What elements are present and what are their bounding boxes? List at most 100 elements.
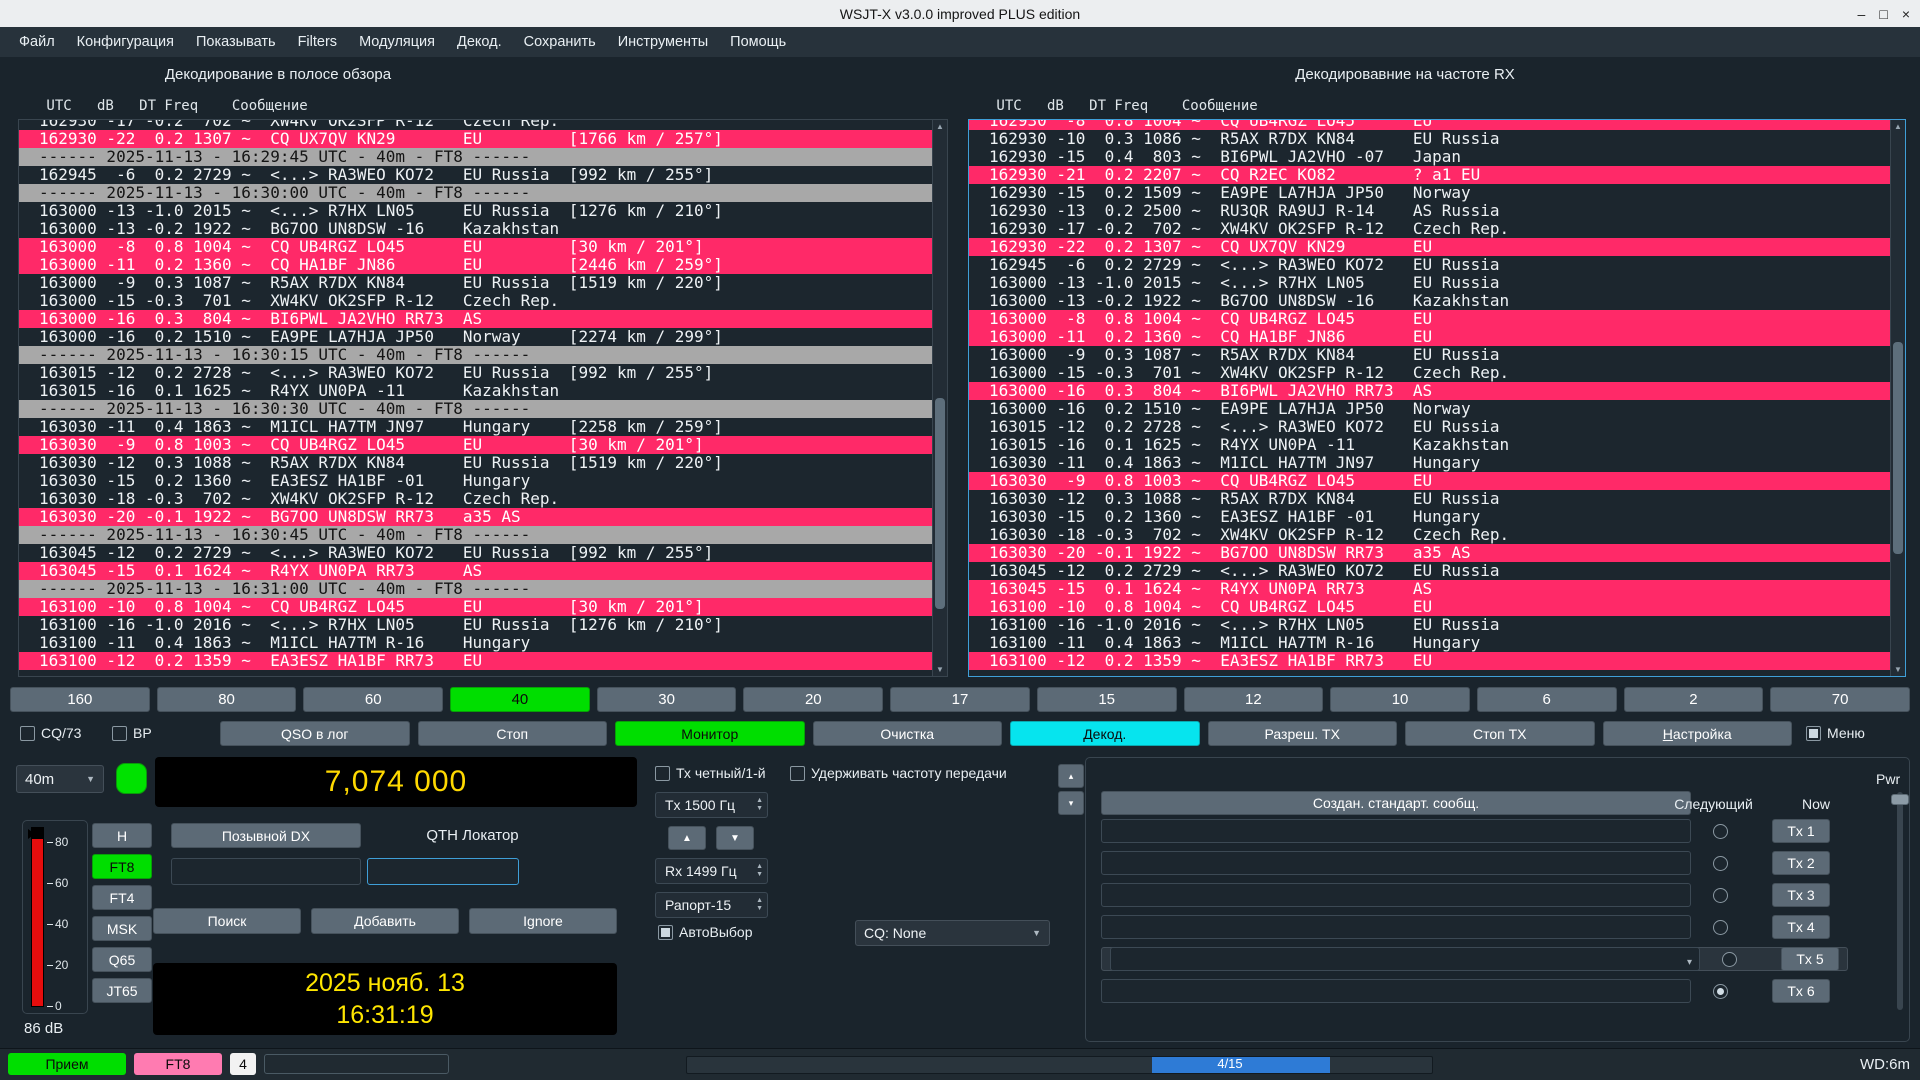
mode-button[interactable]: FT8 [92,854,152,879]
mode-button[interactable]: FT4 [92,885,152,910]
tx-message-field[interactable] [1101,851,1691,875]
decode-row[interactable]: 163000 -16 0.3 804 ~ BI6PWL JA2VHO RR73 … [19,310,947,328]
cq73-checkbox[interactable]: CQ/73 [20,725,81,741]
hold-freq-checkbox[interactable]: Удерживать частоту передачи [790,765,1007,781]
scrollbar[interactable]: ▲ ▼ [1890,120,1905,676]
tx-message-combobox[interactable] [1110,947,1700,971]
spinner-arrows-icon[interactable]: ▲▼ [752,863,767,879]
menu-item[interactable]: Модуляция [348,27,446,57]
tx-message-field[interactable] [1101,883,1691,907]
menu-item[interactable]: Сохранить [513,27,607,57]
next-tx-radio[interactable] [1713,824,1728,839]
dx-call-input[interactable] [171,858,361,885]
tx-message-field[interactable] [1101,979,1691,1003]
decode-row[interactable]: 162930 -22 0.2 1307 ~ CQ UX7QV KN29 EU [969,238,1905,256]
control-button[interactable]: QSO в лог [220,721,410,746]
decode-row[interactable]: 163100 -16 -1.0 2016 ~ <...> R7HX LN05 E… [19,616,947,634]
decode-row[interactable]: 162930 -15 0.2 1509 ~ EA9PE LA7HJA JP50 … [969,184,1905,202]
cq73-checkbox-box[interactable] [20,726,35,741]
scroll-down-icon[interactable]: ▼ [933,665,947,674]
decode-row[interactable]: 163000 -9 0.3 1087 ~ R5AX R7DX KN84 EU R… [19,274,947,292]
rx-frequency-area[interactable]: 162930 -8 0.8 1004 ~ CQ UB4RGZ LO45 EU16… [968,119,1906,677]
autoselect-checkbox-box[interactable] [658,925,673,940]
band-button[interactable]: 30 [597,687,737,712]
decode-row[interactable]: 163100 -12 0.2 1359 ~ EA3ESZ HA1BF RR73 … [969,652,1905,670]
scrollbar-thumb[interactable] [1893,342,1903,553]
tx-message-field[interactable] [1101,915,1691,939]
rx-freq-spinner[interactable]: Rx 1499 Гц ▲▼ [655,858,768,884]
menu-item[interactable]: Filters [287,27,348,57]
scrollbar[interactable]: ▲ ▼ [932,120,947,676]
decode-row[interactable]: 163030 -9 0.8 1003 ~ CQ UB4RGZ LO45 EU [969,472,1905,490]
decode-row[interactable]: 163000 -13 -0.2 1922 ~ BG7OO UN8DSW -16 … [19,220,947,238]
scroll-up-icon[interactable]: ▲ [933,122,947,131]
ignore-button[interactable]: Ignore [469,908,617,934]
decode-row[interactable]: 163000 -11 0.2 1360 ~ CQ HA1BF JN86 EU [969,328,1905,346]
decode-row[interactable]: ------ 2025-11-13 - 16:30:15 UTC - 40m -… [19,346,947,364]
decode-row[interactable]: 163015 -16 0.1 1625 ~ R4YX UN0PA -11 Kaz… [969,436,1905,454]
decode-row[interactable]: ------ 2025-11-13 - 16:29:45 UTC - 40m -… [19,148,947,166]
decode-row[interactable]: 163000 -11 0.2 1360 ~ CQ HA1BF JN86 EU [… [19,256,947,274]
band-button[interactable]: 17 [890,687,1030,712]
decode-row[interactable]: 162930 -10 0.3 1086 ~ R5AX R7DX KN84 EU … [969,130,1905,148]
maximize-icon[interactable]: □ [1879,6,1887,22]
decode-row[interactable]: 163000 -8 0.8 1004 ~ CQ UB4RGZ LO45 EU [… [19,238,947,256]
band-button[interactable]: 6 [1477,687,1617,712]
autoselect-checkbox[interactable]: АвтоВыбор [658,924,753,940]
dx-grid-input[interactable] [367,858,519,885]
decode-row[interactable]: 163100 -12 0.2 1359 ~ EA3ESZ HA1BF RR73 … [19,652,947,670]
decode-row[interactable]: 163000 -16 0.2 1510 ~ EA9PE LA7HJA JP50 … [19,328,947,346]
close-icon[interactable]: × [1902,6,1910,22]
lookup-button[interactable]: Поиск [153,908,301,934]
decode-row[interactable]: 163030 -9 0.8 1003 ~ CQ UB4RGZ LO45 EU [… [19,436,947,454]
tx-freq-spinner[interactable]: Tx 1500 Гц ▲▼ [655,792,768,818]
decode-row[interactable]: 163100 -11 0.4 1863 ~ M1ICL HA7TM R-16 H… [19,634,947,652]
minimize-icon[interactable]: – [1858,6,1866,22]
tx-message-field[interactable] [1101,819,1691,843]
menu-item[interactable]: Файл [8,27,66,57]
decode-row[interactable]: 162930 -15 0.4 803 ~ BI6PWL JA2VHO -07 J… [969,148,1905,166]
band-activity-area[interactable]: 162930 -17 -0.2 702 ~ XW4KV OK2SFP R-12 … [18,119,948,677]
mode-button[interactable]: Q65 [92,947,152,972]
control-button[interactable]: Декод. [1010,721,1200,746]
nudge-down-button[interactable]: ▼ [716,826,754,850]
next-tx-radio[interactable] [1713,920,1728,935]
tx-button[interactable]: Tx 3 [1772,883,1830,907]
decode-row[interactable]: 163030 -12 0.3 1088 ~ R5AX R7DX KN84 EU … [969,490,1905,508]
band-button[interactable]: 40 [450,687,590,712]
control-button[interactable]: Стоп [418,721,608,746]
decode-row[interactable]: 163000 -16 0.3 804 ~ BI6PWL JA2VHO RR73 … [969,382,1905,400]
scroll-up-icon[interactable]: ▲ [1891,122,1905,131]
decode-row[interactable]: 162930 -22 0.2 1307 ~ CQ UX7QV KN29 EU [… [19,130,947,148]
mode-button[interactable]: JT65 [92,978,152,1003]
mini-button[interactable]: ▾ [1058,791,1084,815]
scrollbar-thumb[interactable] [935,398,945,609]
report-spinner[interactable]: Рапорт-15 ▲▼ [655,892,768,918]
band-button[interactable]: 160 [10,687,150,712]
decode-row[interactable]: 163100 -16 -1.0 2016 ~ <...> R7HX LN05 E… [969,616,1905,634]
decode-row[interactable]: 163000 -13 -1.0 2015 ~ <...> R7HX LN05 E… [19,202,947,220]
decode-row[interactable]: 163000 -15 -0.3 701 ~ XW4KV OK2SFP R-12 … [19,292,947,310]
hold-freq-checkbox-box[interactable] [790,766,805,781]
decode-row[interactable]: 163030 -18 -0.3 702 ~ XW4KV OK2SFP R-12 … [19,490,947,508]
mode-button[interactable]: MSK [92,916,152,941]
menu-toggle[interactable]: Меню [1806,725,1865,741]
next-tx-radio[interactable] [1713,888,1728,903]
bp-checkbox-box[interactable] [112,726,127,741]
gen-std-messages-button[interactable]: Создан. стандарт. сообщ. [1101,791,1691,815]
tx-button[interactable]: Tx 4 [1772,915,1830,939]
decode-row[interactable]: 163030 -12 0.3 1088 ~ R5AX R7DX KN84 EU … [19,454,947,472]
band-button[interactable]: 12 [1184,687,1324,712]
decode-row[interactable]: 162930 -21 0.2 2207 ~ CQ R2EC KO82 ? a1 … [969,166,1905,184]
tx-button[interactable]: Tx 6 [1772,979,1830,1003]
decode-row[interactable]: 163015 -12 0.2 2728 ~ <...> RA3WEO KO72 … [19,364,947,382]
decode-row[interactable]: 163100 -10 0.8 1004 ~ CQ UB4RGZ LO45 EU … [19,598,947,616]
tx-button[interactable]: Tx 5 [1781,947,1839,971]
pwr-slider-handle[interactable] [1891,794,1909,805]
menu-item[interactable]: Помощь [719,27,797,57]
menu-item[interactable]: Инструменты [607,27,719,57]
control-button[interactable]: Настройка [1603,721,1793,746]
tx-even-checkbox-box[interactable] [655,766,670,781]
decode-row[interactable]: 163045 -15 0.1 1624 ~ R4YX UN0PA RR73 AS [19,562,947,580]
cq-select[interactable]: CQ: None ▼ [855,920,1050,946]
